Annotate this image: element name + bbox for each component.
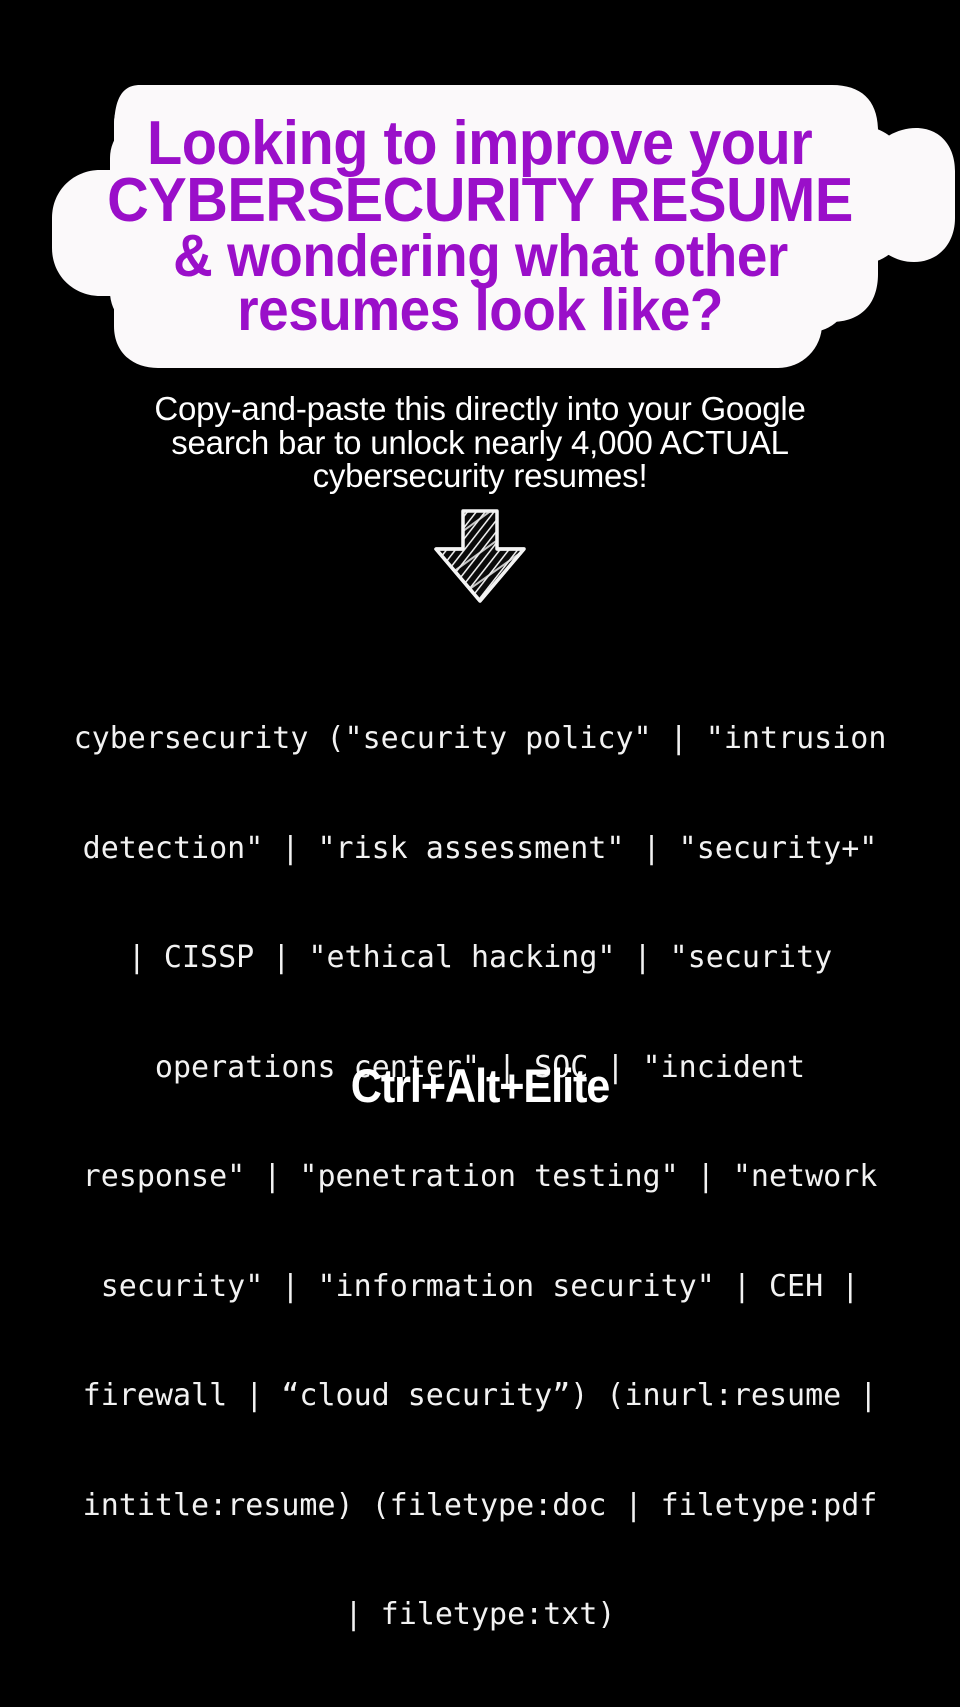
query-line-3: | CISSP | "ethical hacking" | "security	[127, 940, 833, 975]
subtitle-text: Copy-and-paste this directly into your G…	[80, 392, 880, 493]
query-line-9: | filetype:txt)	[344, 1597, 616, 1632]
sticker-shape	[52, 85, 955, 368]
subtitle-line-2: search bar to unlock nearly 4,000 ACTUAL	[171, 423, 789, 461]
subtitle-line-3: cybersecurity resumes!	[312, 457, 648, 495]
search-query-block[interactable]: cybersecurity ("security policy" | "intr…	[30, 648, 930, 1707]
query-line-7: firewall | “cloud security”) (inurl:resu…	[82, 1378, 878, 1413]
query-line-6: security" | "information security" | CEH…	[100, 1268, 860, 1304]
subtitle-line-1: Copy-and-paste this directly into your G…	[154, 390, 806, 427]
down-arrow-sketch-icon	[425, 508, 535, 604]
brand-logo: Ctrl+Alt+Elite	[350, 1059, 611, 1112]
headline-sticker: Looking to improve your CYBERSECURITY RE…	[0, 78, 960, 368]
query-line-2: detection" | "risk assessment" | "securi…	[82, 830, 878, 866]
query-line-1: cybersecurity ("security policy" | "intr…	[73, 721, 887, 756]
poster-canvas: Looking to improve your CYBERSECURITY RE…	[0, 0, 960, 1632]
query-line-8: intitle:resume) (filetype:doc | filetype…	[82, 1487, 878, 1523]
query-line-5: response" | "penetration testing" | "net…	[82, 1159, 878, 1194]
